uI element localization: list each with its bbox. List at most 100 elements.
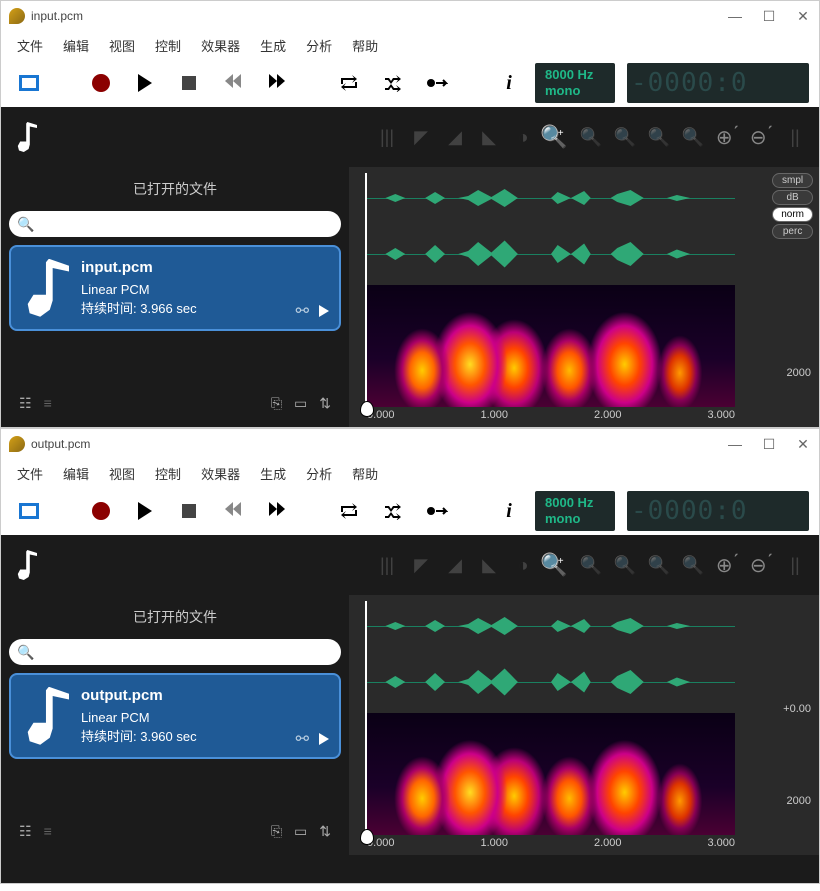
shuffle-button[interactable] bbox=[375, 493, 411, 529]
menu-item[interactable]: 视图 bbox=[99, 32, 145, 59]
selection-tool-button[interactable] bbox=[11, 65, 47, 101]
export-icon[interactable]: ⎘ bbox=[271, 395, 282, 412]
menu-item[interactable]: 效果器 bbox=[191, 460, 250, 487]
minimize-button[interactable]: — bbox=[727, 436, 743, 453]
loop-button[interactable] bbox=[331, 65, 367, 101]
menu-item[interactable]: 帮助 bbox=[342, 460, 388, 487]
menu-item[interactable]: 效果器 bbox=[191, 32, 250, 59]
image-icon[interactable]: ▭ bbox=[294, 823, 307, 840]
menu-item[interactable]: 生成 bbox=[250, 460, 296, 487]
vzoom-in-button[interactable]: ⊕ ́ bbox=[715, 125, 739, 149]
waveform-overview-top[interactable] bbox=[367, 173, 735, 223]
menu-item[interactable]: 控制 bbox=[145, 32, 191, 59]
zoom-out-button[interactable]: 🔍 bbox=[579, 125, 603, 149]
zoom-out-button[interactable]: 🔍 bbox=[579, 553, 603, 577]
zoom-in-button[interactable]: 🔍+ bbox=[545, 125, 569, 149]
search-input[interactable]: 🔍 bbox=[9, 211, 341, 237]
ramp-up-icon[interactable]: ◢ bbox=[443, 553, 467, 577]
scale-button-dB[interactable]: dB bbox=[772, 190, 813, 205]
spectrogram[interactable] bbox=[367, 285, 735, 407]
zoom-fit-button[interactable]: 🔍 bbox=[613, 553, 637, 577]
ramp-up-icon[interactable]: ◢ bbox=[443, 125, 467, 149]
bars-icon[interactable]: ||| bbox=[375, 553, 399, 577]
list-view-icon[interactable]: ☷ bbox=[19, 823, 32, 840]
minimize-button[interactable]: — bbox=[727, 8, 743, 25]
playhead[interactable] bbox=[365, 173, 367, 409]
playhead[interactable] bbox=[365, 601, 367, 837]
sort-icon[interactable]: ⇅ bbox=[319, 395, 331, 412]
image-icon[interactable]: ▭ bbox=[294, 395, 307, 412]
zoom-fit-button[interactable]: 🔍 bbox=[613, 125, 637, 149]
menu-item[interactable]: 文件 bbox=[7, 460, 53, 487]
file-card[interactable]: input.pcm Linear PCM 持续时间: 3.966 sec ⚯ bbox=[9, 245, 341, 331]
menu-item[interactable]: 生成 bbox=[250, 32, 296, 59]
menu-item[interactable]: 编辑 bbox=[53, 460, 99, 487]
ramp-down-icon[interactable]: ◣ bbox=[477, 553, 501, 577]
zoom-all-button[interactable]: 🔍 bbox=[681, 125, 705, 149]
menu-item[interactable]: 控制 bbox=[145, 460, 191, 487]
handle-icon[interactable]: || bbox=[783, 553, 807, 577]
search-input[interactable]: 🔍 bbox=[9, 639, 341, 665]
fade-button[interactable] bbox=[419, 493, 455, 529]
lines-view-icon[interactable]: ≡ bbox=[44, 395, 52, 411]
stop-button[interactable] bbox=[171, 65, 207, 101]
vzoom-out-button[interactable]: ⊖ ́ bbox=[749, 553, 773, 577]
scale-button-perc[interactable]: perc bbox=[772, 224, 813, 239]
handle-icon[interactable]: || bbox=[783, 125, 807, 149]
loop-button[interactable] bbox=[331, 493, 367, 529]
knob-icon[interactable]: ◑ bbox=[511, 125, 535, 149]
shuffle-button[interactable] bbox=[375, 65, 411, 101]
record-button[interactable] bbox=[83, 493, 119, 529]
record-button[interactable] bbox=[83, 65, 119, 101]
menu-item[interactable]: 编辑 bbox=[53, 32, 99, 59]
fade-button[interactable] bbox=[419, 65, 455, 101]
link-icon[interactable]: ⚯ bbox=[296, 301, 309, 321]
menu-item[interactable]: 分析 bbox=[296, 460, 342, 487]
rewind-button[interactable] bbox=[215, 65, 251, 101]
stop-button[interactable] bbox=[171, 493, 207, 529]
waveform-overview-bottom[interactable] bbox=[367, 657, 735, 707]
maximize-button[interactable]: ☐ bbox=[761, 8, 777, 25]
close-button[interactable]: ✕ bbox=[795, 436, 811, 453]
ramp-down-icon[interactable]: ◣ bbox=[477, 125, 501, 149]
card-play-button[interactable] bbox=[319, 733, 329, 745]
menu-item[interactable]: 文件 bbox=[7, 32, 53, 59]
waveform-overview-top[interactable] bbox=[367, 601, 735, 651]
play-button[interactable] bbox=[127, 493, 163, 529]
zoom-in-button[interactable]: 🔍+ bbox=[545, 553, 569, 577]
visualization-area[interactable]: 0.0001.0002.0003.000smpldBnormperc2000 bbox=[349, 167, 819, 427]
card-play-button[interactable] bbox=[319, 305, 329, 317]
rewind-button[interactable] bbox=[215, 493, 251, 529]
menu-item[interactable]: 视图 bbox=[99, 460, 145, 487]
menu-item[interactable]: 帮助 bbox=[342, 32, 388, 59]
knob-icon[interactable]: ◑ bbox=[511, 553, 535, 577]
list-view-icon[interactable]: ☷ bbox=[19, 395, 32, 412]
vzoom-in-button[interactable]: ⊕ ́ bbox=[715, 553, 739, 577]
info-button[interactable]: i bbox=[491, 493, 527, 529]
flag-icon[interactable]: ◤ bbox=[409, 125, 433, 149]
visualization-area[interactable]: 0.0001.0002.0003.000+0.002000 bbox=[349, 595, 819, 855]
lines-view-icon[interactable]: ≡ bbox=[44, 823, 52, 839]
spectrogram[interactable] bbox=[367, 713, 735, 835]
waveform-overview-bottom[interactable] bbox=[367, 229, 735, 279]
zoom-sel-button[interactable]: 🔍 bbox=[647, 125, 671, 149]
zoom-all-button[interactable]: 🔍 bbox=[681, 553, 705, 577]
selection-tool-button[interactable] bbox=[11, 493, 47, 529]
bars-icon[interactable]: ||| bbox=[375, 125, 399, 149]
vzoom-out-button[interactable]: ⊖ ́ bbox=[749, 125, 773, 149]
export-icon[interactable]: ⎘ bbox=[271, 823, 282, 840]
file-card[interactable]: output.pcm Linear PCM 持续时间: 3.960 sec ⚯ bbox=[9, 673, 341, 759]
info-button[interactable]: i bbox=[491, 65, 527, 101]
close-button[interactable]: ✕ bbox=[795, 8, 811, 25]
scale-button-norm[interactable]: norm bbox=[772, 207, 813, 222]
maximize-button[interactable]: ☐ bbox=[761, 436, 777, 453]
flag-icon[interactable]: ◤ bbox=[409, 553, 433, 577]
sort-icon[interactable]: ⇅ bbox=[319, 823, 331, 840]
fastforward-button[interactable] bbox=[259, 65, 295, 101]
zoom-sel-button[interactable]: 🔍 bbox=[647, 553, 671, 577]
link-icon[interactable]: ⚯ bbox=[296, 729, 309, 749]
fastforward-button[interactable] bbox=[259, 493, 295, 529]
menu-item[interactable]: 分析 bbox=[296, 32, 342, 59]
play-button[interactable] bbox=[127, 65, 163, 101]
scale-button-smpl[interactable]: smpl bbox=[772, 173, 813, 188]
